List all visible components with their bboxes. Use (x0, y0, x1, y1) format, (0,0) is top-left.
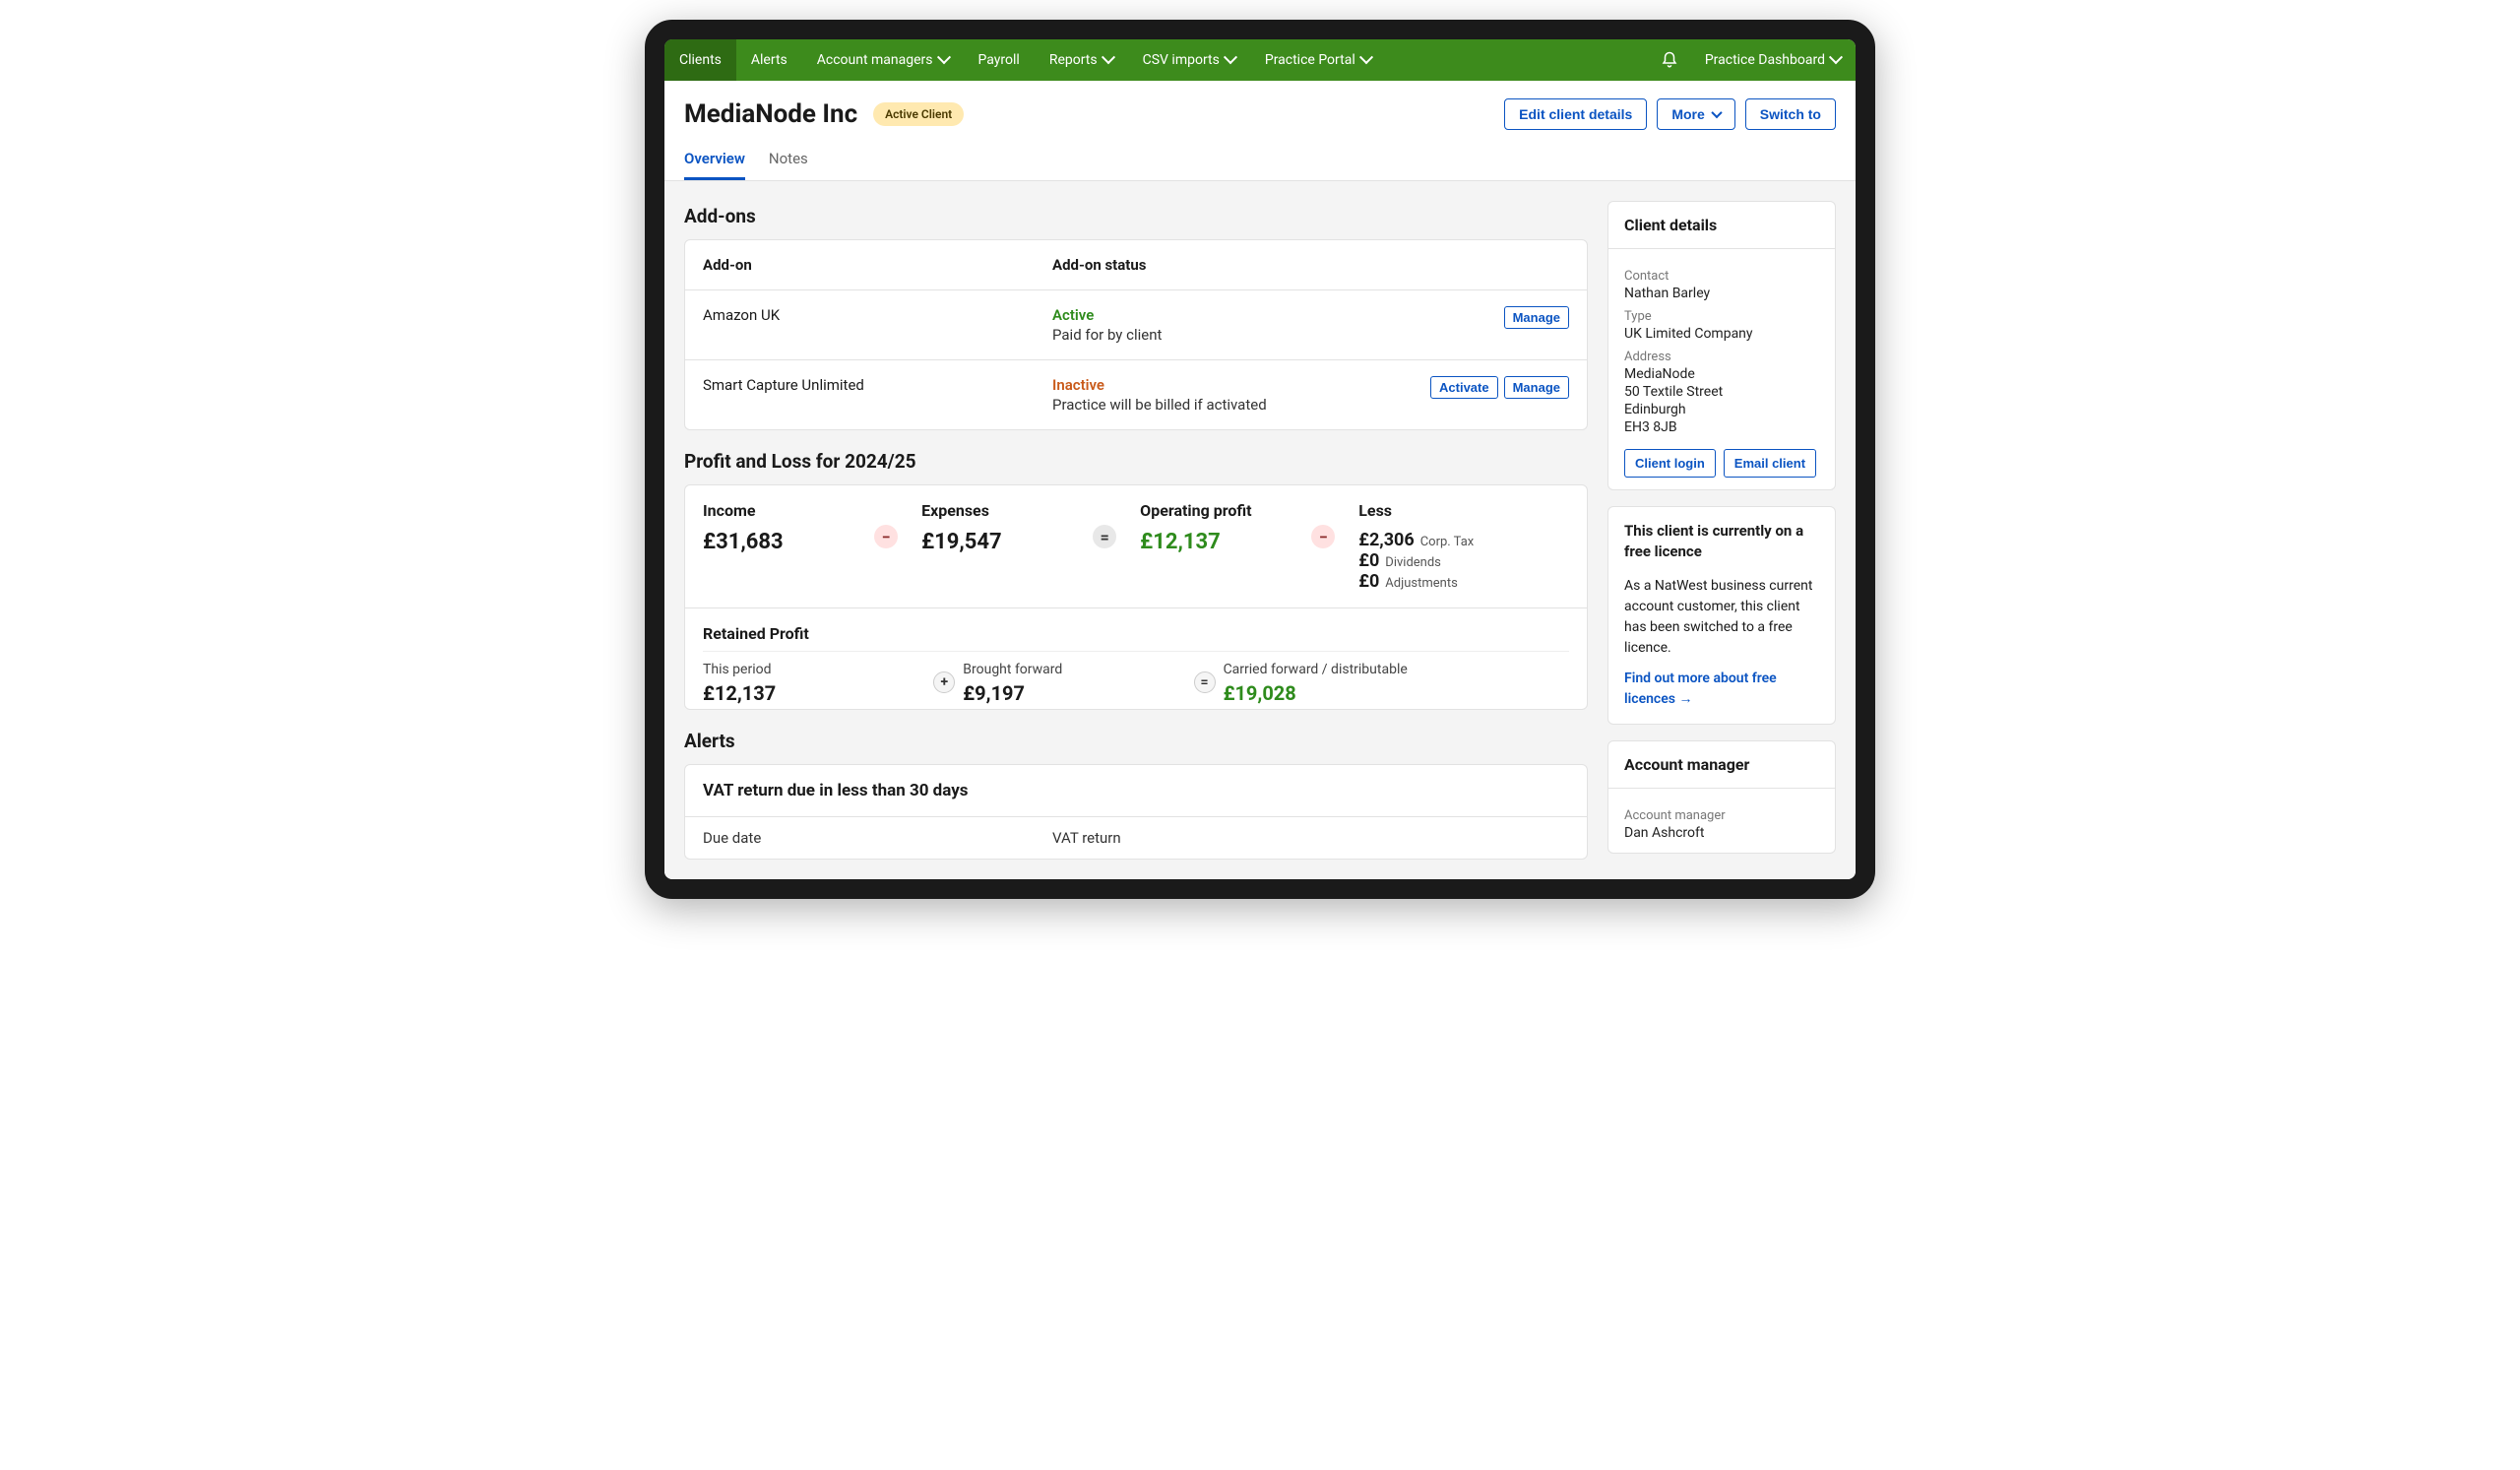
pl-title: Profit and Loss for 2024/25 (684, 450, 1588, 473)
more-button[interactable]: More (1657, 98, 1734, 130)
tabs: Overview Notes (664, 130, 1856, 181)
income-value: £31,683 (703, 530, 856, 554)
brought-fwd-value: £9,197 (963, 681, 1193, 705)
account-manager-label: Account manager (1624, 808, 1819, 823)
edit-client-button[interactable]: Edit client details (1504, 98, 1647, 130)
minus-icon: − (1311, 525, 1335, 548)
this-period-label: This period (703, 662, 933, 677)
top-nav: Clients Alerts Account managers Payroll … (664, 39, 1856, 81)
addon-status: Active (1052, 306, 1504, 324)
address-line: MediaNode (1624, 366, 1819, 382)
expenses-label: Expenses (921, 501, 1075, 520)
account-manager-name: Dan Ashcroft (1624, 825, 1819, 841)
less-item-label: Adjustments (1385, 576, 1458, 591)
addon-name: Amazon UK (703, 306, 1052, 324)
brought-fwd-label: Brought forward (963, 662, 1193, 677)
income-label: Income (703, 501, 856, 520)
chevron-down-icon (1359, 50, 1373, 64)
nav-account-managers[interactable]: Account managers (802, 39, 964, 81)
tab-notes[interactable]: Notes (769, 150, 808, 180)
pl-card: Income £31,683 − Expenses £19,547 = Oper… (684, 484, 1588, 710)
carried-fwd-label: Carried forward / distributable (1224, 662, 1569, 677)
activate-button[interactable]: Activate (1430, 376, 1498, 399)
equals-icon: = (1194, 671, 1216, 693)
addon-status-sub: Practice will be billed if activated (1052, 396, 1430, 414)
addons-col-name: Add-on (703, 256, 1052, 274)
retained-title: Retained Profit (703, 624, 1569, 643)
alerts-card: VAT return due in less than 30 days Due … (684, 764, 1588, 860)
address-label: Address (1624, 350, 1819, 364)
alerts-title: Alerts (684, 730, 1588, 752)
less-value: £0 (1358, 571, 1379, 592)
client-header: MediaNode Inc Active Client Edit client … (664, 81, 1856, 130)
nav-payroll[interactable]: Payroll (964, 39, 1035, 81)
addons-col-status: Add-on status (1052, 256, 1569, 274)
this-period-value: £12,137 (703, 681, 933, 705)
licence-body: As a NatWest business current account cu… (1624, 578, 1812, 656)
client-details-card: Client details Contact Nathan Barley Typ… (1607, 201, 1836, 490)
alerts-col-vat-return: VAT return (1052, 829, 1121, 847)
addon-row: Amazon UK Active Paid for by client Mana… (685, 290, 1587, 360)
addon-name: Smart Capture Unlimited (703, 376, 1052, 394)
op-profit-label: Operating profit (1140, 501, 1293, 520)
address-line: 50 Textile Street (1624, 384, 1819, 400)
equals-icon: = (1093, 525, 1116, 548)
nav-csv-imports[interactable]: CSV imports (1128, 39, 1250, 81)
manage-button[interactable]: Manage (1504, 306, 1569, 329)
less-value: £2,306 (1358, 530, 1414, 550)
manage-button[interactable]: Manage (1504, 376, 1569, 399)
status-badge: Active Client (873, 102, 964, 126)
chevron-down-icon (1829, 50, 1843, 64)
chevron-down-icon (936, 50, 950, 64)
licence-link[interactable]: Find out more about free licences → (1624, 669, 1819, 710)
address-line: Edinburgh (1624, 402, 1819, 417)
licence-card: This client is currently on a free licen… (1607, 506, 1836, 725)
switch-to-button[interactable]: Switch to (1745, 98, 1836, 130)
nav-practice-dashboard[interactable]: Practice Dashboard (1690, 39, 1856, 81)
licence-title: This client is currently on a free licen… (1608, 507, 1835, 562)
type-value: UK Limited Company (1624, 326, 1819, 342)
expenses-value: £19,547 (921, 530, 1075, 554)
contact-value: Nathan Barley (1624, 286, 1819, 301)
plus-icon: + (933, 671, 955, 693)
account-manager-title: Account manager (1608, 741, 1835, 789)
client-name: MediaNode Inc (684, 99, 857, 129)
minus-icon: − (874, 525, 898, 548)
nav-alerts[interactable]: Alerts (736, 39, 802, 81)
chevron-down-icon (1102, 50, 1115, 64)
op-profit-value: £12,137 (1140, 530, 1293, 554)
email-client-button[interactable]: Email client (1724, 449, 1816, 478)
chevron-down-icon (1711, 107, 1722, 118)
account-manager-card: Account manager Account manager Dan Ashc… (1607, 740, 1836, 854)
addon-row: Smart Capture Unlimited Inactive Practic… (685, 360, 1587, 429)
less-item-label: Corp. Tax (1420, 535, 1475, 549)
nav-clients[interactable]: Clients (664, 39, 736, 81)
address-line: EH3 8JB (1624, 419, 1819, 435)
tab-overview[interactable]: Overview (684, 150, 745, 180)
carried-fwd-value: £19,028 (1224, 681, 1569, 705)
alerts-col-due-date: Due date (703, 829, 1052, 847)
client-details-title: Client details (1608, 202, 1835, 249)
addon-status: Inactive (1052, 376, 1430, 394)
less-value: £0 (1358, 550, 1379, 571)
contact-label: Contact (1624, 269, 1819, 284)
nav-reports[interactable]: Reports (1035, 39, 1128, 81)
less-label: Less (1358, 501, 1569, 520)
nav-practice-portal[interactable]: Practice Portal (1250, 39, 1386, 81)
addons-card: Add-on Add-on status Amazon UK Active Pa… (684, 239, 1588, 430)
less-item-label: Dividends (1385, 555, 1441, 570)
addon-status-sub: Paid for by client (1052, 326, 1504, 344)
addons-title: Add-ons (684, 205, 1588, 227)
alert-heading: VAT return due in less than 30 days (685, 765, 1587, 817)
bell-icon[interactable] (1661, 51, 1678, 69)
client-login-button[interactable]: Client login (1624, 449, 1716, 478)
type-label: Type (1624, 309, 1819, 324)
chevron-down-icon (1224, 50, 1237, 64)
